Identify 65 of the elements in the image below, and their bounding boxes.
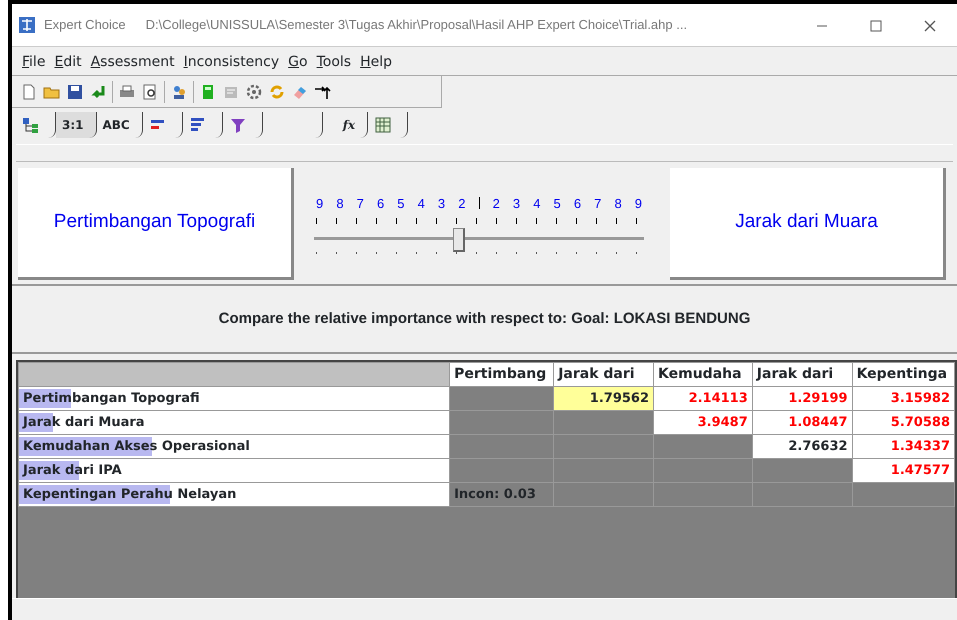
file-path: D:\College\UNISSULA\Semester 3\Tugas Akhir\Proposal\Hasil AHP Expert Choice\Trial.ahp ...	[146, 16, 688, 34]
scale-number: 7	[594, 195, 602, 214]
scale-number: 8	[614, 195, 622, 214]
row-label: Kemudahan Akses Operasional	[23, 438, 250, 454]
column-header: Jarak dari	[752, 362, 852, 386]
scale-number: 8	[336, 195, 344, 214]
menu-item[interactable]: Tools	[316, 52, 352, 70]
gear-icon[interactable]	[245, 82, 263, 100]
menu-item[interactable]: Edit	[54, 52, 82, 70]
matrix-cell[interactable]: 3.15982	[852, 386, 954, 410]
scale-number: 2	[458, 195, 466, 214]
scale-number: 5	[397, 195, 404, 214]
menu-item[interactable]: Inconsistency	[184, 52, 280, 70]
scale-number: 3	[512, 195, 520, 214]
matrix-cell[interactable]: 1.29199	[752, 386, 852, 410]
scale-number: 7	[356, 195, 364, 214]
matrix-cell[interactable]: 2.76632	[752, 434, 852, 458]
row-label: Pertimbangan Topografi	[23, 390, 200, 406]
app-logo-icon	[18, 16, 36, 34]
matrix-cell[interactable]: 3.9487	[654, 410, 752, 434]
matrix-cell[interactable]: 5.70588	[852, 410, 954, 434]
scale-number: 2	[492, 195, 500, 214]
row-label: Jarak dari Muara	[23, 414, 145, 430]
column-header: Pertimbang	[450, 362, 554, 386]
view-tab[interactable]: ABC	[96, 112, 143, 138]
scale-number: 9	[634, 195, 642, 214]
row-label-cell[interactable]: Jarak dari Muara	[18, 410, 450, 434]
right-criterion-box: Jarak dari Muara	[670, 168, 946, 280]
view-tab[interactable]: 3:1	[56, 112, 96, 138]
scale-number: 6	[574, 195, 582, 214]
scale-number: 3	[438, 195, 446, 214]
hierarchy-icon	[22, 116, 40, 134]
funnel-icon	[228, 116, 247, 134]
menu-item[interactable]: Help	[360, 52, 392, 70]
row-label-cell[interactable]: Kemudahan Akses Operasional	[18, 434, 450, 458]
matrix-cell[interactable]: 2.14113	[654, 386, 752, 410]
scale-center-mark	[478, 197, 480, 210]
matrix-cell[interactable]: 1.34337	[852, 434, 954, 458]
bars-icon	[188, 116, 207, 134]
slider-thumb[interactable]	[453, 228, 466, 252]
row-label-cell[interactable]: Pertimbangan Topografi	[18, 386, 450, 410]
app-name: Expert Choice	[44, 16, 126, 34]
scale-number: 6	[376, 195, 384, 214]
menu-item[interactable]: Assessment	[90, 52, 175, 70]
menu-item[interactable]: Go	[288, 52, 308, 70]
inconsistency-cell: Incon: 0.03	[450, 482, 554, 506]
column-header: Kemudaha	[654, 362, 752, 386]
menu-item[interactable]: File	[22, 52, 46, 70]
scale-number: 5	[554, 195, 561, 214]
compare-prompt: Compare the relative importance with respect to: Goal: LOKASI BENDUNG	[12, 286, 957, 354]
matrix-cell[interactable]: 1.79562	[554, 386, 654, 410]
matrix-cell[interactable]: 1.08447	[752, 410, 852, 434]
grid-icon	[374, 116, 392, 134]
scale-number: 4	[418, 195, 425, 214]
matrix-cell[interactable]: 1.47577	[852, 458, 954, 482]
scale-number: 4	[533, 195, 540, 214]
column-header: Jarak dari	[554, 362, 654, 386]
left-criterion-box: Pertimbangan Topografi	[18, 168, 294, 280]
row-label: Jarak dari IPA	[23, 462, 122, 478]
save-icon[interactable]	[66, 82, 84, 100]
row-label-cell[interactable]: Jarak dari IPA	[18, 458, 450, 482]
scale-number: 9	[316, 195, 324, 214]
row-label-cell[interactable]: Kepentingan Perahu Nelayan	[18, 482, 450, 506]
column-header: Kepentinga	[852, 362, 954, 386]
row-label: Kepentingan Perahu Nelayan	[23, 486, 236, 502]
